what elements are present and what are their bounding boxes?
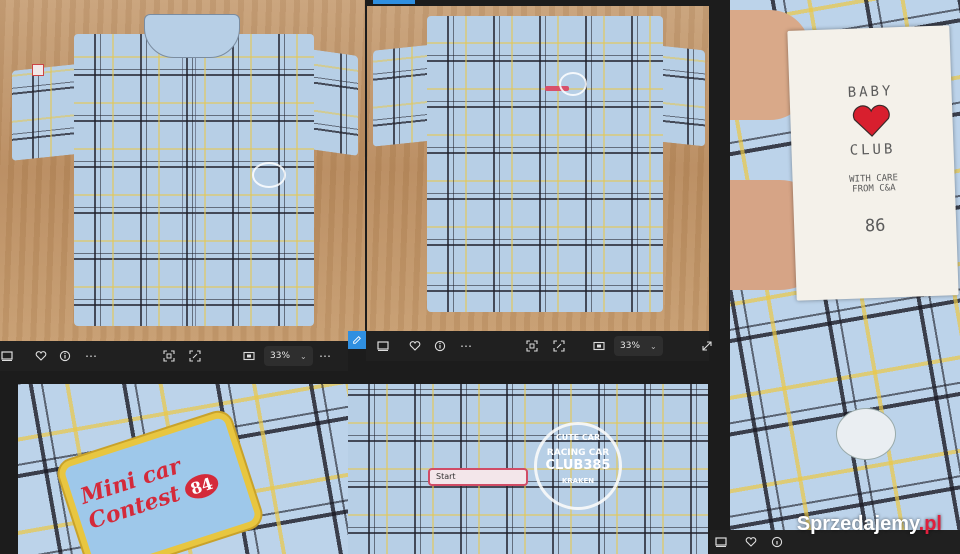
fit-screen-icon[interactable] bbox=[521, 335, 543, 357]
stamp-middle: RACING CAR bbox=[546, 448, 610, 458]
filmstrip-icon[interactable] bbox=[372, 335, 394, 357]
brand-line-2: CLUB bbox=[849, 141, 896, 159]
sleeve-badge-icon bbox=[32, 64, 44, 76]
expand-icon[interactable] bbox=[696, 335, 718, 357]
size-label: 86 bbox=[864, 215, 886, 237]
watermark-suffix: .pl bbox=[918, 513, 942, 535]
viewer-toolbar-left: ⋯ 33% ⌄ ⋯ bbox=[0, 341, 348, 371]
zoom-value: 33% bbox=[270, 351, 291, 361]
crop-icon[interactable] bbox=[548, 335, 570, 357]
logo-stamp-icon bbox=[252, 162, 286, 188]
info-icon[interactable] bbox=[429, 335, 451, 357]
info-icon[interactable] bbox=[766, 531, 788, 553]
photo-stamp[interactable]: Start CUTE CAR RACING CAR CLUB385 KRAKEN bbox=[348, 384, 708, 554]
stamp-top: CUTE CAR bbox=[555, 433, 601, 442]
shirt-front bbox=[12, 14, 358, 326]
viewer-toolbar-middle: ⋯ 33% ⌄ bbox=[366, 331, 712, 361]
stamp-bottom: CLUB385 bbox=[545, 458, 611, 473]
watermark-text: Sprzedajemy bbox=[796, 513, 919, 535]
more-icon[interactable]: ⋯ bbox=[455, 335, 477, 357]
actual-size-icon[interactable] bbox=[588, 335, 610, 357]
button-placket bbox=[182, 58, 196, 326]
brand-line-1: BABY bbox=[847, 83, 894, 101]
photo-shirt-front[interactable] bbox=[0, 0, 365, 341]
heart-logo-icon bbox=[849, 103, 894, 139]
crop-icon[interactable] bbox=[184, 345, 206, 367]
shirt-body bbox=[427, 16, 663, 312]
edit-icon bbox=[353, 336, 361, 344]
mini-car-patch: Mini car Contest 84 bbox=[55, 409, 265, 554]
shirt-button bbox=[836, 408, 896, 460]
favorite-icon[interactable] bbox=[740, 531, 762, 553]
club-stamp: CUTE CAR RACING CAR CLUB385 KRAKEN bbox=[534, 422, 622, 510]
favorite-icon[interactable] bbox=[30, 345, 52, 367]
logo-stamp-icon bbox=[559, 72, 587, 96]
more-icon[interactable]: ⋯ bbox=[314, 345, 336, 367]
shirt-back bbox=[373, 16, 705, 316]
selection-accent bbox=[373, 0, 415, 4]
zoom-select[interactable]: 33% ⌄ bbox=[264, 346, 313, 366]
chevron-down-icon: ⌄ bbox=[650, 341, 657, 351]
favorite-icon[interactable] bbox=[404, 335, 426, 357]
zoom-value: 33% bbox=[620, 341, 641, 351]
fit-screen-icon[interactable] bbox=[158, 345, 180, 367]
start-ribbon: Start bbox=[428, 468, 528, 486]
actual-size-icon[interactable] bbox=[238, 345, 260, 367]
photo-label-tag[interactable]: BABY CLUB WITH CARE FROM C&A 86 bbox=[730, 0, 960, 530]
more-icon[interactable]: ⋯ bbox=[80, 345, 102, 367]
edit-badge[interactable] bbox=[348, 331, 366, 349]
filmstrip-icon[interactable] bbox=[0, 345, 18, 367]
info-icon[interactable] bbox=[54, 345, 76, 367]
ribbon-text: Start bbox=[436, 472, 456, 481]
site-watermark: Sprzedajemy.pl bbox=[797, 513, 942, 536]
photo-patch[interactable]: Mini car Contest 84 bbox=[18, 384, 348, 554]
stamp-base: KRAKEN bbox=[561, 477, 595, 485]
collar bbox=[144, 14, 240, 58]
filmstrip-icon[interactable] bbox=[710, 531, 732, 553]
zoom-select[interactable]: 33% ⌄ bbox=[614, 336, 663, 356]
care-label: BABY CLUB WITH CARE FROM C&A 86 bbox=[787, 25, 959, 301]
chevron-down-icon: ⌄ bbox=[300, 351, 307, 361]
photo-shirt-back[interactable] bbox=[367, 6, 709, 331]
